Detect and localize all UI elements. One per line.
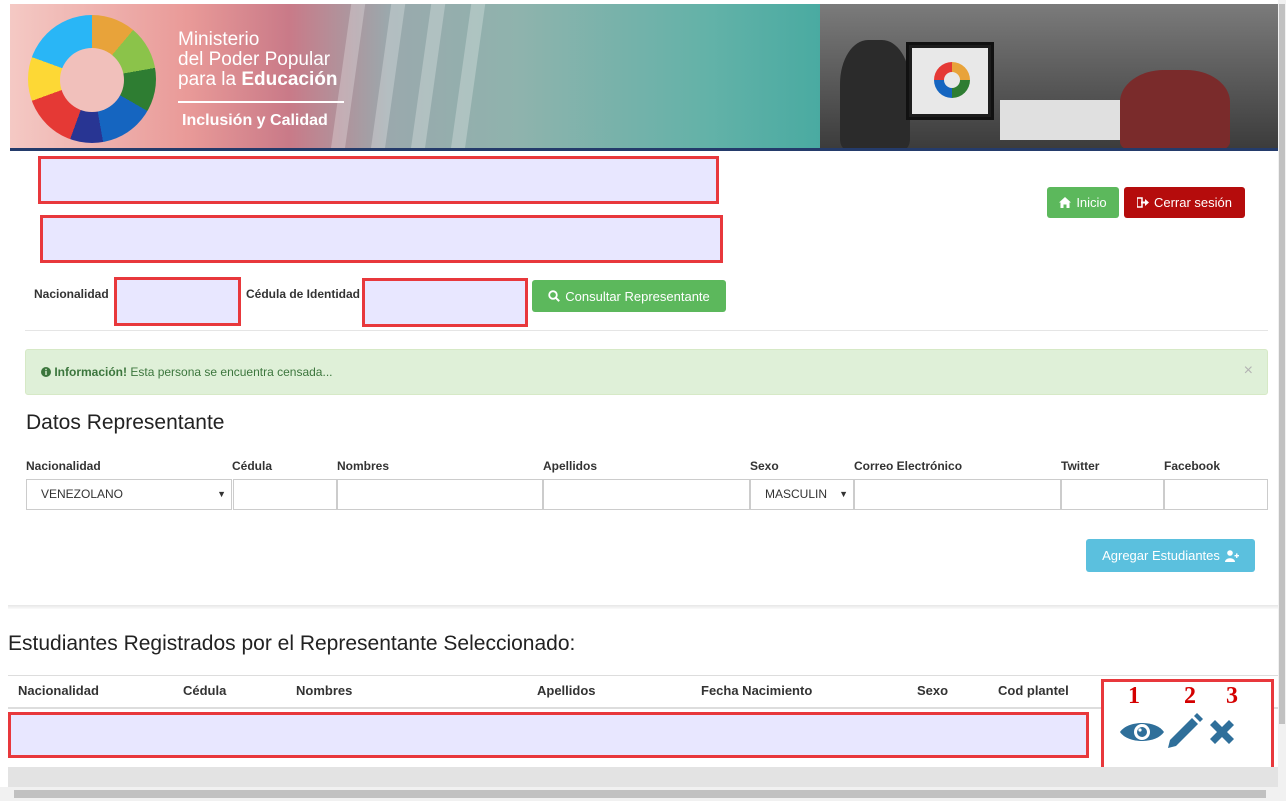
- rep-cedula-label: Cédula: [232, 459, 273, 473]
- rep-sexo-label: Sexo: [750, 459, 779, 473]
- home-icon: [1059, 197, 1072, 208]
- rep-twitter-input[interactable]: [1061, 479, 1164, 510]
- brand-line-1: Ministerio: [178, 29, 260, 50]
- logout-button[interactable]: Cerrar sesión: [1124, 187, 1245, 218]
- rep-sexo-value: MASCULIN: [765, 487, 828, 501]
- consult-button-label: Consultar Representante: [565, 288, 710, 304]
- callout-number-2: 2: [1184, 683, 1196, 709]
- redacted-nacionalidad-select[interactable]: [114, 277, 241, 326]
- redacted-cedula-input[interactable]: [362, 278, 528, 327]
- alert-close-button[interactable]: ×: [1244, 362, 1253, 380]
- callout-number-1: 1: [1128, 683, 1140, 709]
- representante-heading: Datos Representante: [26, 411, 225, 434]
- vertical-scrollbar-thumb[interactable]: [1279, 4, 1285, 724]
- rep-facebook-label: Facebook: [1164, 459, 1221, 473]
- logout-label: Cerrar sesión: [1153, 195, 1233, 210]
- banner-bottom-border: [10, 148, 1278, 151]
- col-fecha-nacimiento: Fecha Nacimiento: [701, 683, 813, 698]
- search-cedula-label: Cédula de Identidad: [246, 287, 361, 301]
- col-cod-plantel: Cod plantel: [998, 683, 1069, 698]
- monitor-logo-center: [944, 72, 960, 88]
- consult-representante-button[interactable]: Consultar Representante: [532, 280, 726, 312]
- col-sexo: Sexo: [917, 683, 949, 698]
- rep-nacionalidad-value: VENEZOLANO: [41, 487, 124, 501]
- header-photo-desk: [1000, 100, 1120, 140]
- user-plus-icon: [1224, 549, 1239, 562]
- info-circle-icon: [41, 367, 51, 377]
- divider: [25, 330, 1268, 331]
- alert-message: Esta persona se encuentra censada...: [127, 365, 333, 379]
- ministry-logo-center: [60, 48, 124, 112]
- alert-text: Información! Esta persona se encuentra c…: [41, 365, 332, 379]
- eye-icon[interactable]: [1118, 717, 1166, 747]
- rep-twitter-label: Twitter: [1061, 459, 1100, 473]
- add-students-button[interactable]: Agregar Estudiantes: [1086, 539, 1255, 572]
- alert-title: Información!: [54, 365, 128, 379]
- col-nombres: Nombres: [296, 683, 353, 698]
- inicio-label: Inicio: [1076, 195, 1107, 210]
- pencil-icon[interactable]: [1164, 710, 1204, 750]
- chevron-down-icon: ▼: [217, 489, 226, 499]
- vertical-scrollbar[interactable]: [1278, 0, 1286, 787]
- horizontal-scrollbar-thumb[interactable]: [14, 790, 1266, 798]
- add-students-label: Agregar Estudiantes: [1102, 548, 1220, 563]
- search-nacionalidad-label: Nacionalidad: [34, 287, 109, 301]
- x-icon[interactable]: [1206, 716, 1238, 748]
- brand-line-3-bold: Educación: [241, 69, 338, 90]
- brand-line-2: del Poder Popular: [178, 49, 331, 70]
- rep-facebook-input[interactable]: [1164, 479, 1268, 510]
- brand-line-3-prefix: para la: [178, 69, 242, 90]
- redacted-user-info: [40, 215, 723, 263]
- table-footer-band: [8, 767, 1278, 787]
- section-separator: [8, 605, 1278, 609]
- horizontal-scrollbar[interactable]: [0, 787, 1286, 801]
- brand-line-3: para la Educación: [178, 70, 337, 90]
- col-cedula: Cédula: [183, 683, 227, 698]
- rep-nombres-label: Nombres: [337, 459, 390, 473]
- brand-tagline: Inclusión y Calidad: [182, 112, 328, 129]
- rep-cedula-input[interactable]: [233, 479, 337, 510]
- search-icon: [548, 290, 561, 302]
- rep-apellidos-input[interactable]: [543, 479, 750, 510]
- rep-nombres-input[interactable]: [337, 479, 543, 510]
- rep-correo-input[interactable]: [854, 479, 1061, 510]
- header-photo-person: [840, 40, 910, 150]
- students-heading: Estudiantes Registrados por el Represent…: [8, 632, 576, 655]
- brand-separator: [178, 101, 344, 103]
- sign-out-icon: [1136, 197, 1149, 208]
- redacted-student-row: [8, 712, 1089, 758]
- rep-sexo-select[interactable]: MASCULIN ▼: [750, 479, 854, 510]
- callout-number-3: 3: [1226, 683, 1238, 709]
- header-photo-person: [1120, 70, 1230, 150]
- chevron-down-icon: ▼: [839, 489, 848, 499]
- rep-apellidos-label: Apellidos: [543, 459, 598, 473]
- col-apellidos: Apellidos: [537, 683, 596, 698]
- rep-nacionalidad-select[interactable]: VENEZOLANO ▼: [26, 479, 232, 510]
- col-nacionalidad: Nacionalidad: [18, 683, 99, 698]
- rep-nacionalidad-label: Nacionalidad: [26, 459, 101, 473]
- info-alert: Información! Esta persona se encuentra c…: [25, 349, 1268, 395]
- rep-correo-label: Correo Electrónico: [854, 459, 963, 473]
- redacted-school-name: [38, 156, 719, 204]
- inicio-button[interactable]: Inicio: [1047, 187, 1119, 218]
